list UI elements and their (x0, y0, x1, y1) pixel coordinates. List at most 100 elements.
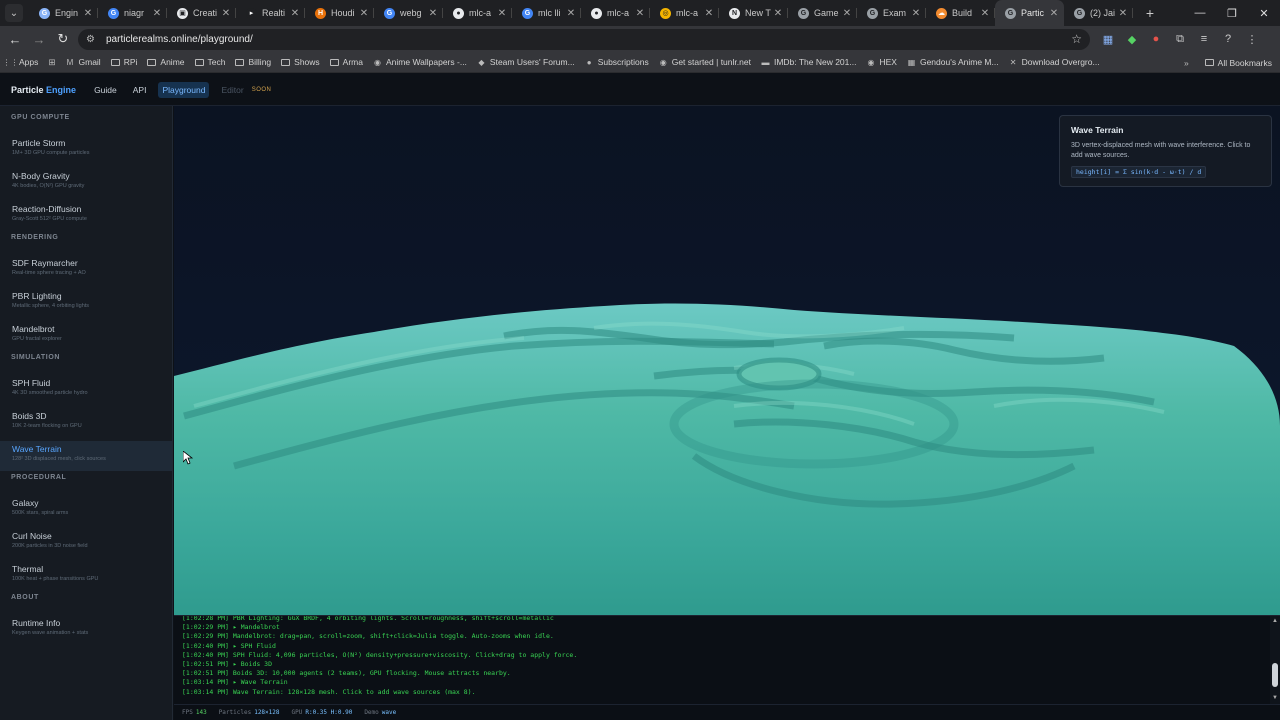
sidebar-item-sph-fluid[interactable]: SPH Fluid 4K 3D smoothed particle hydro (0, 375, 172, 405)
bookmarks-overflow-icon[interactable]: » (1184, 58, 1189, 68)
tab-close-icon[interactable]: ✕ (427, 8, 439, 19)
console-line: [1:02:29 PM] Mandelbrot: drag=pan, scrol… (182, 632, 554, 641)
tab-close-icon[interactable]: ✕ (289, 8, 301, 19)
tab-close-icon[interactable]: ✕ (1048, 8, 1060, 19)
log-console[interactable]: ▲ ▼ [1:02:28 PM] PBR Lighting: GGX BRDF,… (174, 615, 1280, 704)
tab-close-icon[interactable]: ✕ (841, 8, 853, 19)
browser-tab[interactable]: H Houdi ✕ (305, 0, 374, 26)
translate-icon[interactable]: ▦ (1096, 33, 1120, 46)
bookmark-item[interactable]: M Gmail (66, 57, 101, 67)
brand-logo[interactable]: Particle Engine (11, 85, 76, 95)
bookmark-item[interactable]: Arma (329, 57, 363, 67)
sidebar-item-desc: 10K 2-team flocking on GPU (12, 423, 82, 429)
tab-close-icon[interactable]: ✕ (634, 8, 646, 19)
sidebar-item-runtime-info[interactable]: Runtime Info Keygen wave animation + stat… (0, 615, 172, 645)
media-control-icon[interactable]: ≡ (1192, 33, 1216, 45)
bookmark-item[interactable]: Shows (281, 57, 320, 67)
tab-close-icon[interactable]: ✕ (565, 8, 577, 19)
scroll-up-arrow-icon[interactable]: ▲ (1272, 618, 1278, 624)
tab-close-icon[interactable]: ✕ (358, 8, 370, 19)
extensions-puzzle-icon[interactable]: ⧉ (1168, 33, 1192, 46)
bookmark-item[interactable]: ▬ IMDb: The New 201... (761, 57, 857, 67)
sidebar-item-mandelbrot[interactable]: Mandelbrot GPU fractal explorer (0, 321, 172, 351)
forward-icon[interactable]: → (27, 27, 51, 51)
browser-tab[interactable]: G Engin ✕ (29, 0, 98, 26)
tab-close-icon[interactable]: ✕ (1117, 8, 1129, 19)
tab-title: niagr (124, 8, 145, 18)
bookmark-item[interactable]: Tech (194, 57, 225, 67)
sidebar-item-n-body-gravity[interactable]: N-Body Gravity 4K bodies, O(N²) GPU gravi… (0, 168, 172, 198)
scroll-down-arrow-icon[interactable]: ▼ (1272, 695, 1278, 701)
console-scroll-thumb[interactable] (1272, 663, 1278, 687)
folder-icon (329, 58, 339, 66)
help-icon[interactable]: ? (1216, 33, 1240, 45)
sidebar-item-galaxy[interactable]: Galaxy 500K stars, spiral arms (0, 495, 172, 525)
bookmark-label: IMDb: The New 201... (773, 57, 857, 67)
sidebar-item-boids-3d[interactable]: Boids 3D 10K 2-team flocking on GPU (0, 408, 172, 438)
nav-guide[interactable]: Guide (90, 82, 121, 98)
menu-kebab-icon[interactable]: ⋮ (1240, 33, 1264, 46)
bookmark-star-icon[interactable]: ☆ (1071, 32, 1082, 46)
browser-tab[interactable]: Gmlc lli ✕ (512, 0, 581, 26)
browser-tab[interactable]: ● mlc-a ✕ (443, 0, 512, 26)
tab-close-icon[interactable]: ✕ (910, 8, 922, 19)
browser-tab[interactable]: G Exam ✕ (857, 0, 926, 26)
back-icon[interactable]: ← (3, 27, 27, 51)
bookmark-item[interactable]: ▦ Gendou's Anime M... (907, 57, 999, 67)
browser-tab[interactable]: N New T ✕ (719, 0, 788, 26)
sidebar-item-thermal[interactable]: Thermal 100K heat + phase transitions GPU (0, 561, 172, 591)
new-tab-icon[interactable]: + (1139, 2, 1161, 24)
tab-close-icon[interactable]: ✕ (979, 8, 991, 19)
browser-tab[interactable]: ▣ Creati ✕ (167, 0, 236, 26)
bookmark-item[interactable]: ⋮⋮ Apps (3, 57, 39, 67)
sidebar-item-reaction-diffusion[interactable]: Reaction-Diffusion Gray-Scott 512² GPU co… (0, 201, 172, 231)
record-extension-icon[interactable]: ● (1144, 33, 1168, 45)
bookmark-item[interactable]: ◉ Get started | tunlr.net (659, 57, 751, 67)
bookmark-item[interactable]: RPi (110, 57, 137, 67)
restore-icon[interactable]: ❐ (1216, 0, 1248, 26)
sidebar-item-pbr-lighting[interactable]: PBR Lighting Metallic sphere, 4 orbiting … (0, 288, 172, 318)
bookmark-item[interactable]: ● Subscriptions (585, 57, 649, 67)
all-bookmarks[interactable]: » All Bookmarks (1184, 52, 1272, 73)
bookmark-item[interactable]: ◉ HEX (866, 57, 896, 67)
site-info-icon[interactable]: ⚙ (86, 34, 100, 45)
minimize-icon[interactable]: — (1184, 0, 1216, 26)
sidebar-item-curl-noise[interactable]: Curl Noise 200K particles in 3D noise fie… (0, 528, 172, 558)
sidebar-item-wave-terrain[interactable]: Wave Terrain 128² 3D displaced mesh, clic… (0, 441, 172, 471)
bookmark-item[interactable]: Anime (147, 57, 185, 67)
browser-tab[interactable]: Gwebg ✕ (374, 0, 443, 26)
bookmark-item[interactable]: ◉ Anime Wallpapers -... (373, 57, 467, 67)
folder-icon (1204, 59, 1214, 66)
sidebar-item-sdf-raymarcher[interactable]: SDF Raymarcher Real-time sphere tracing +… (0, 255, 172, 285)
tab-close-icon[interactable]: ✕ (220, 8, 232, 19)
browser-tab[interactable]: Gniagr ✕ (98, 0, 167, 26)
tab-close-icon[interactable]: ✕ (151, 8, 163, 19)
tab-close-icon[interactable]: ✕ (703, 8, 715, 19)
browser-tab[interactable]: G (2) Jai ✕ (1064, 0, 1133, 26)
tab-groups-icon[interactable]: ⊞ (48, 57, 55, 68)
nav-api[interactable]: API (129, 82, 151, 98)
tab-search-icon[interactable]: ⌄ (5, 4, 23, 22)
tab-close-icon[interactable]: ✕ (496, 8, 508, 19)
bookmark-item[interactable]: ✕ Download Overgro... (1009, 57, 1100, 67)
bookmark-item[interactable]: ◆ Steam Users' Forum... (477, 57, 574, 67)
address-bar[interactable]: ⚙ particlerealms.online/playground/ ☆ (78, 29, 1090, 50)
shield-extension-icon[interactable]: ◆ (1120, 33, 1144, 46)
tab-close-icon[interactable]: ✕ (772, 8, 784, 19)
browser-tab[interactable]: ◎ mlc-a ✕ (650, 0, 719, 26)
sidebar-item-particle-storm[interactable]: Particle Storm 1M+ 3D GPU compute particl… (0, 135, 172, 165)
bookmark-favicon-icon: ◉ (867, 57, 875, 67)
close-window-icon[interactable]: ✕ (1248, 0, 1280, 26)
browser-tab[interactable]: ● mlc-a ✕ (581, 0, 650, 26)
reload-icon[interactable]: ↻ (51, 27, 75, 51)
browser-tab[interactable]: G Partic ✕ (995, 0, 1064, 26)
console-scrollbar[interactable] (1270, 616, 1280, 704)
info-title: Wave Terrain (1071, 125, 1124, 135)
tab-favicon-icon: ☁ (936, 7, 947, 19)
bookmark-item[interactable]: Billing (235, 57, 271, 67)
browser-tab[interactable]: G Game ✕ (788, 0, 857, 26)
nav-playground[interactable]: Playground (158, 81, 210, 98)
browser-tab[interactable]: ▸ Realti ✕ (236, 0, 305, 26)
tab-close-icon[interactable]: ✕ (82, 8, 94, 19)
browser-tab[interactable]: ☁ Build ✕ (926, 0, 995, 26)
